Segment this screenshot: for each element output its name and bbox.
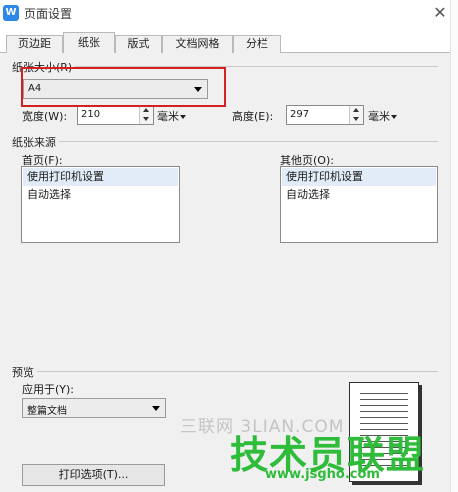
tab-margins[interactable]: 页边距: [6, 35, 63, 53]
width-unit: 毫米: [157, 110, 179, 123]
spin-down-icon[interactable]: [143, 117, 149, 121]
background-document-edge: [450, 0, 458, 492]
height-input[interactable]: 297: [286, 105, 364, 125]
height-value: 297: [290, 109, 310, 120]
apply-to-value: 整篇文档: [27, 406, 67, 417]
list-item[interactable]: 自动选择: [23, 186, 178, 204]
width-unit-dropdown[interactable]: 毫米: [157, 108, 186, 124]
print-options-button[interactable]: 打印选项(T)...: [22, 464, 165, 486]
preview-group-label: 预览: [12, 364, 37, 380]
caret-down-icon: [180, 115, 186, 119]
height-label: 高度(E):: [232, 110, 274, 123]
spin-down-icon[interactable]: [353, 117, 359, 121]
tab-paper[interactable]: 纸张: [63, 32, 115, 53]
close-icon[interactable]: ✕: [428, 2, 452, 24]
wps-app-icon: W: [3, 5, 19, 21]
tab-layout[interactable]: 版式: [115, 35, 162, 53]
height-unit-dropdown[interactable]: 毫米: [368, 108, 397, 124]
list-item[interactable]: 自动选择: [282, 186, 436, 204]
other-pages-listbox[interactable]: 使用打印机设置 自动选择: [280, 166, 438, 243]
width-input[interactable]: 210: [77, 105, 154, 125]
width-value: 210: [81, 109, 101, 120]
height-unit: 毫米: [368, 110, 390, 123]
first-page-listbox[interactable]: 使用打印机设置 自动选择: [21, 166, 180, 243]
annotation-highlight-box: [21, 67, 226, 107]
list-item[interactable]: 使用打印机设置: [282, 168, 436, 186]
spin-up-icon[interactable]: [143, 108, 149, 112]
list-item[interactable]: 使用打印机设置: [23, 168, 178, 186]
paper-source-group-line: [15, 141, 438, 142]
caret-down-icon: [391, 115, 397, 119]
watermark-url: www.jsgho.com: [265, 467, 380, 482]
dialog-title: 页面设置: [24, 7, 73, 21]
tab-document-grid[interactable]: 文档网格: [162, 35, 233, 53]
spin-up-icon[interactable]: [353, 108, 359, 112]
width-label: 宽度(W):: [22, 110, 68, 123]
apply-to-label: 应用于(Y):: [22, 383, 75, 396]
paper-source-group-label: 纸张来源: [12, 134, 59, 150]
apply-to-select[interactable]: 整篇文档: [22, 398, 166, 418]
chevron-down-icon: [152, 406, 160, 411]
height-spinner[interactable]: [349, 106, 363, 124]
preview-group-line: [15, 371, 438, 372]
tab-columns[interactable]: 分栏: [233, 35, 281, 53]
width-spinner[interactable]: [139, 106, 153, 124]
